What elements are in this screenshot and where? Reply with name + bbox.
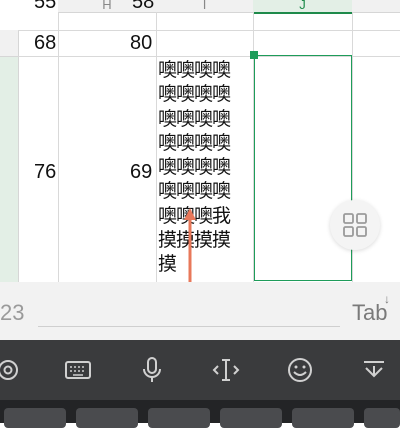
wrapped-text-line: 摸 bbox=[158, 253, 177, 276]
cell-g-row1[interactable]: 68 bbox=[34, 33, 56, 53]
spreadsheet-grid[interactable]: H I J 55 58 68 80 76 69 噢噢噢噢 噢噢噢噢 噢噢噢噢 噢… bbox=[0, 0, 400, 282]
column-header-k[interactable] bbox=[352, 0, 400, 13]
annotation-arrow bbox=[184, 208, 196, 282]
keyboard-key[interactable] bbox=[148, 408, 210, 428]
microphone-icon[interactable] bbox=[136, 354, 168, 386]
cell-h-row2[interactable]: 69 bbox=[130, 162, 152, 182]
keyboard-keys-row bbox=[0, 400, 400, 428]
cell-input-bar: 23 Tab ↓ bbox=[0, 282, 400, 340]
emoji-icon[interactable] bbox=[284, 354, 316, 386]
collapse-keyboard-icon[interactable] bbox=[358, 354, 390, 386]
cursor-icon[interactable] bbox=[210, 354, 242, 386]
keyboard-icon[interactable] bbox=[62, 354, 94, 386]
wrapped-text-line: 噢噢噢噢 bbox=[158, 59, 231, 81]
column-header-i[interactable]: I bbox=[156, 0, 254, 13]
cell-g-partial[interactable]: 55 bbox=[34, 0, 56, 12]
grid-icon bbox=[343, 213, 367, 237]
wrapped-text-line: 噢噢噢噢 bbox=[158, 180, 231, 203]
settings-icon[interactable] bbox=[0, 354, 24, 386]
cell-i-wrapped-text[interactable]: 噢噢噢噢 噢噢噢噢 噢噢噢噢 噢噢噢噢 噢噢噢噢 噢噢噢噢 噢噢噢我 摸摸摸摸 … bbox=[158, 58, 252, 277]
cell-h-row1[interactable]: 80 bbox=[130, 33, 152, 53]
tab-button[interactable]: Tab bbox=[352, 300, 387, 326]
column-header-j[interactable]: J bbox=[253, 0, 353, 14]
row-header-active[interactable] bbox=[0, 57, 19, 282]
selection-handle[interactable] bbox=[250, 51, 258, 59]
wrapped-text-line: 噢噢噢噢 bbox=[158, 107, 231, 130]
grid-line bbox=[58, 12, 59, 282]
floating-grid-button[interactable] bbox=[330, 200, 380, 250]
tab-arrow-icon: ↓ bbox=[384, 292, 390, 306]
cell-h-partial[interactable]: 58 bbox=[132, 0, 154, 12]
cell-g-row2[interactable]: 76 bbox=[34, 162, 56, 182]
grid-line bbox=[156, 12, 157, 282]
keyboard-key[interactable] bbox=[4, 408, 66, 428]
keyboard-key[interactable] bbox=[76, 408, 138, 428]
wrapped-text-line: 噢噢噢我 bbox=[158, 204, 231, 227]
keyboard-key[interactable] bbox=[364, 408, 400, 428]
wrapped-text-line: 噢噢噢噢 bbox=[158, 156, 231, 179]
keyboard-key[interactable] bbox=[292, 408, 354, 428]
row-header[interactable] bbox=[0, 30, 19, 57]
wrapped-text-line: 噢噢噢噢 bbox=[158, 131, 231, 154]
cell-input-field[interactable]: 23 bbox=[0, 300, 24, 326]
grid-line bbox=[18, 30, 400, 31]
input-underline bbox=[38, 326, 340, 327]
wrapped-text-line: 摸摸摸摸 bbox=[158, 229, 231, 252]
wrapped-text-line: 噢噢噢噢 bbox=[158, 83, 231, 106]
keyboard-key[interactable] bbox=[220, 408, 282, 428]
keyboard-toolbar bbox=[0, 340, 400, 400]
